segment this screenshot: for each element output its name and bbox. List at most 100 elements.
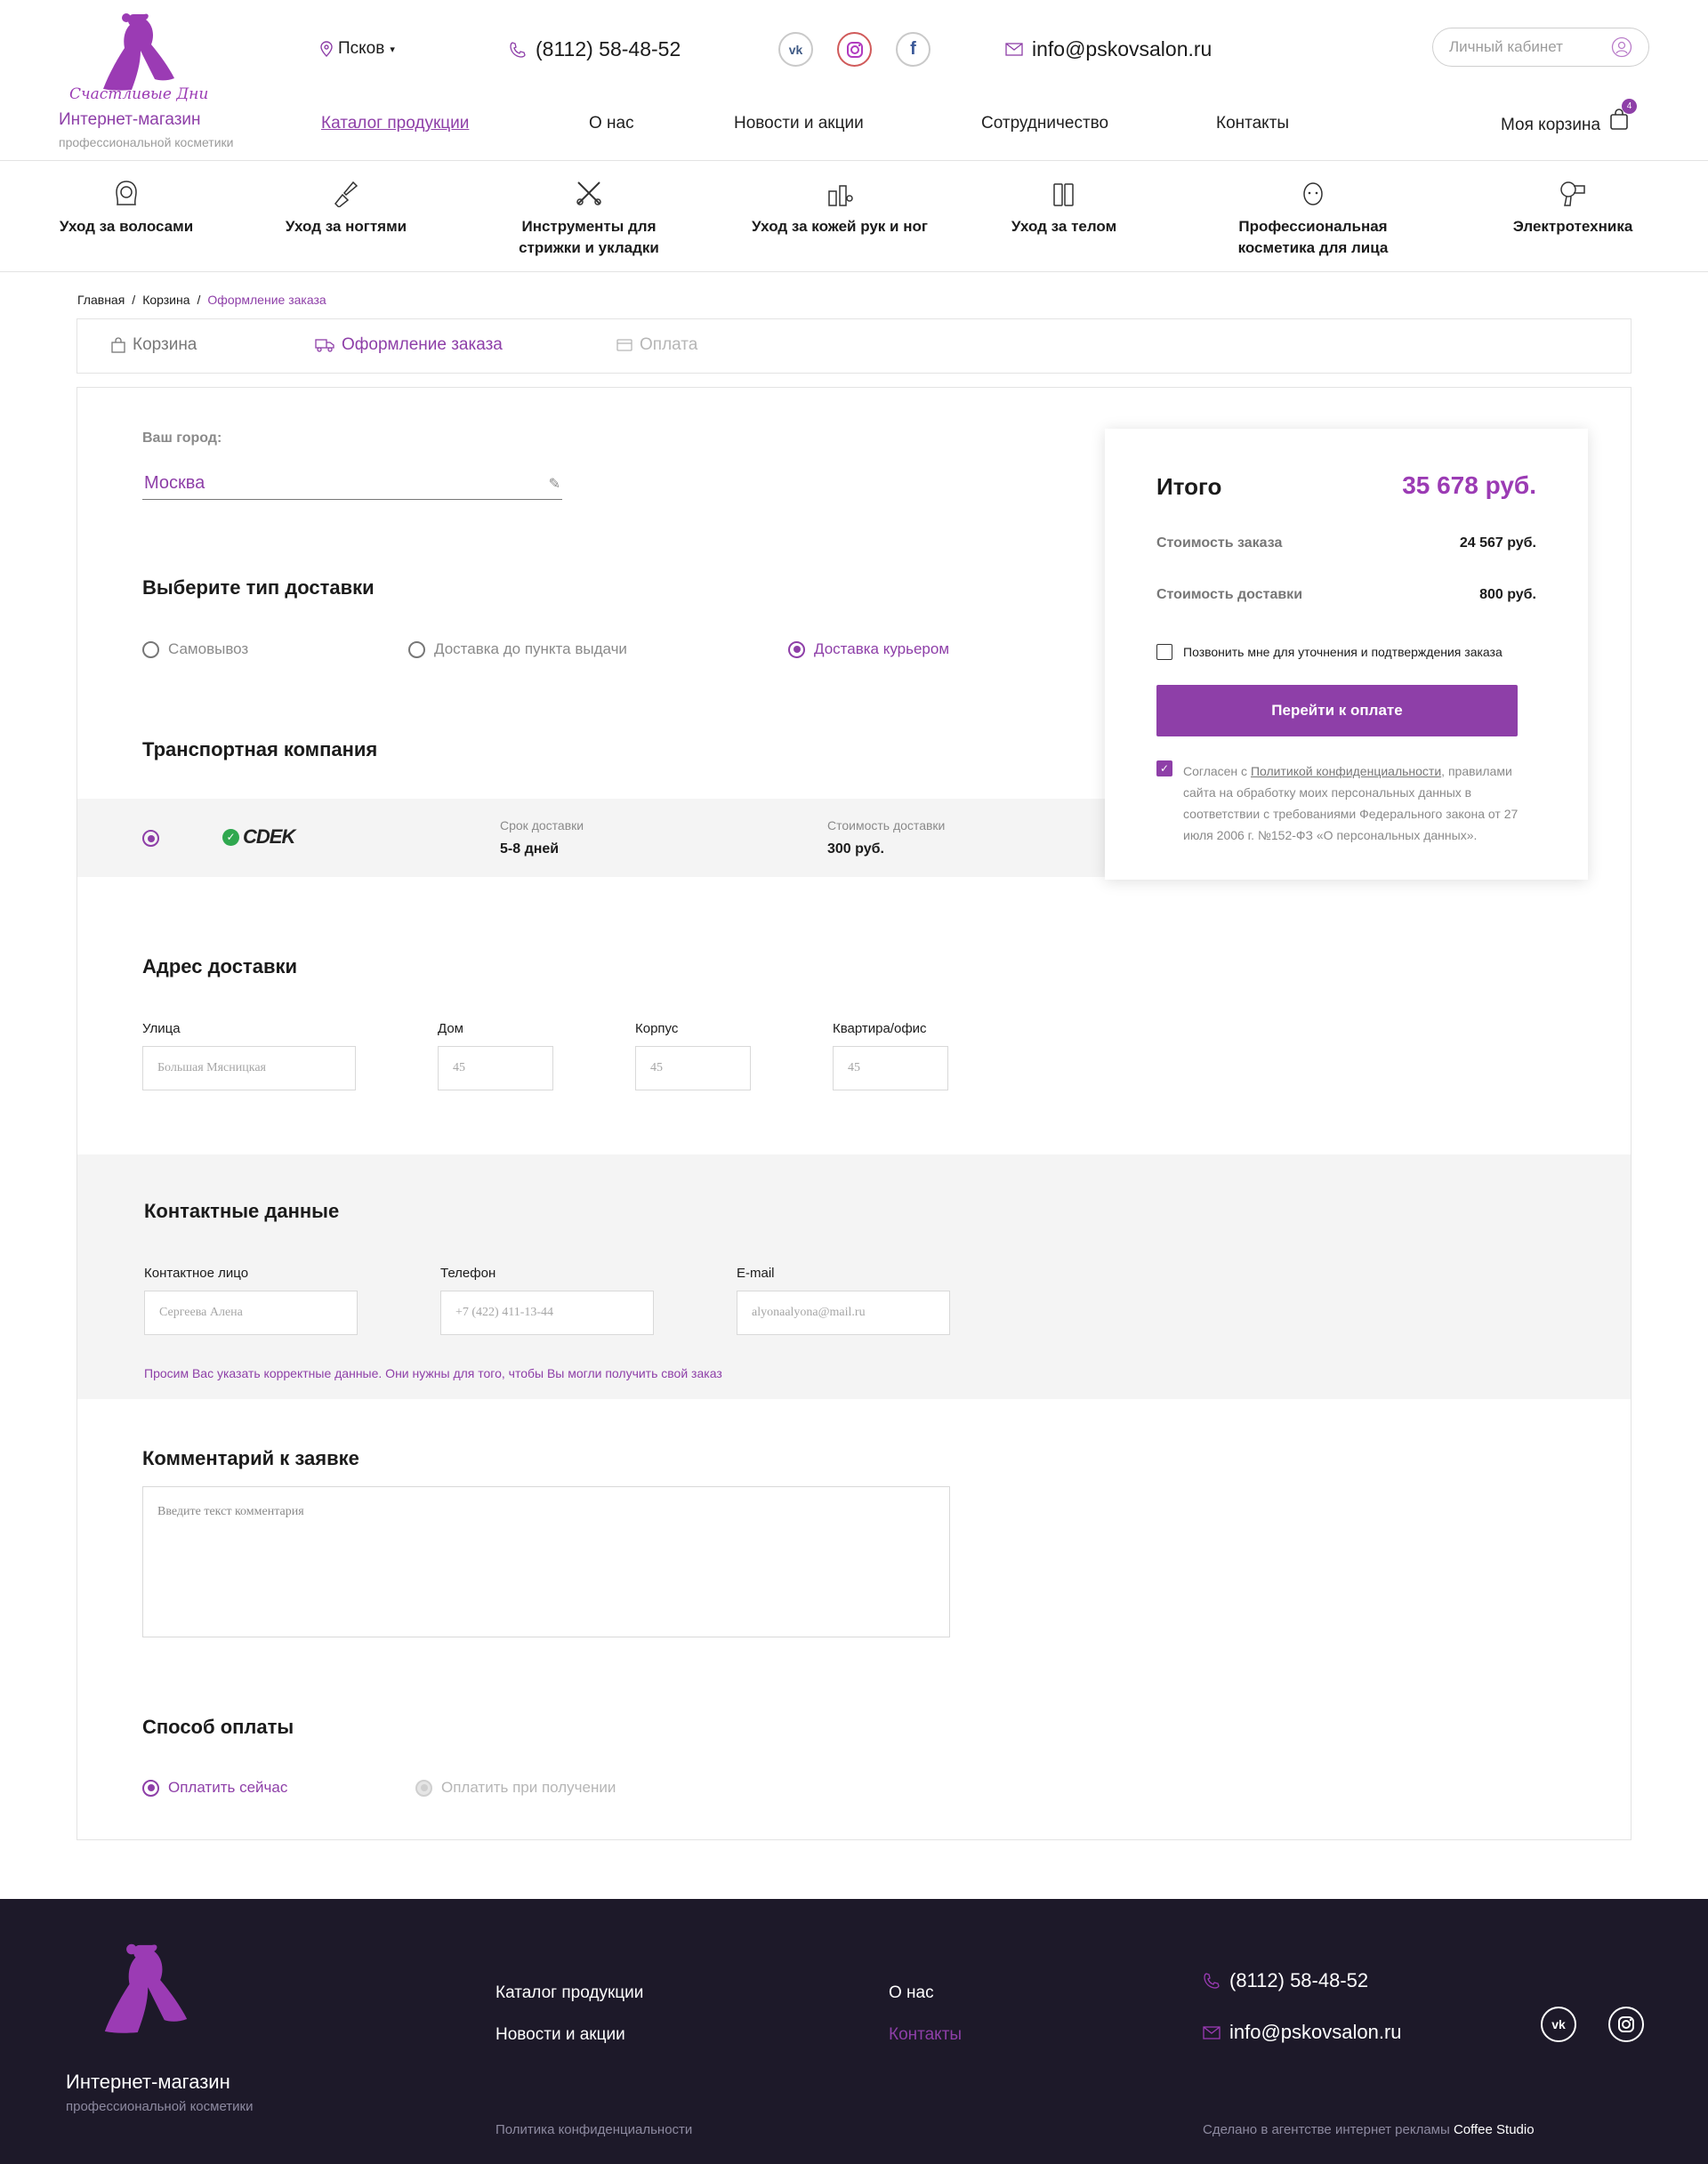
delivery-pickup-point[interactable]: Доставка до пункта выдачи [408, 640, 627, 658]
facebook-icon: f [910, 39, 916, 59]
category-nails[interactable]: Уход за ногтями [248, 179, 444, 237]
summary-title: Итого [1156, 473, 1222, 500]
footer-catalog-link[interactable]: Каталог продукции [495, 1983, 643, 2003]
footer-policy-link[interactable]: Политика конфиденциальности [495, 2122, 692, 2137]
delivery-courier[interactable]: Доставка курьером [788, 640, 949, 658]
street-input[interactable]: Большая Мясницкая [142, 1046, 356, 1090]
account-button[interactable]: Личный кабинет [1432, 28, 1649, 67]
building-input[interactable]: 45 [635, 1046, 751, 1090]
studio-link[interactable]: Coffee Studio [1454, 2122, 1535, 2137]
category-hair[interactable]: Уход за волосами [28, 179, 224, 237]
city-field[interactable]: Москва ✎ [142, 468, 562, 500]
footer-email[interactable]: info@pskovsalon.ru [1203, 2021, 1402, 2044]
category-face[interactable]: Профессиональная косметика для лица [1215, 179, 1411, 259]
category-bar: Уход за волосами Уход за ногтями Инструм… [0, 161, 1708, 271]
contact-person-input[interactable]: Сергеева Алена [144, 1291, 358, 1335]
transport-radio[interactable] [142, 830, 159, 847]
phone-label: Телефон [440, 1266, 496, 1281]
footer-email-address: info@pskovsalon.ru [1229, 2021, 1402, 2043]
logo-dancers-icon [104, 1943, 188, 2033]
check-icon: ✓ [1156, 760, 1172, 776]
vk-button[interactable]: vk [778, 32, 813, 67]
phone-icon [1204, 1973, 1220, 1989]
cdek-check-icon: ✓ [222, 828, 239, 846]
building-label: Корпус [635, 1021, 679, 1036]
footer-logo[interactable]: Интернет-магазин профессиональной космет… [66, 1939, 270, 2117]
hair-icon [116, 181, 137, 205]
nail-icon [334, 181, 359, 207]
house-input[interactable]: 45 [438, 1046, 553, 1090]
radio-circle [142, 640, 159, 658]
apartment-input[interactable]: 45 [833, 1046, 948, 1090]
order-cost-label: Стоимость заказа [1156, 535, 1283, 551]
footer-logo-title: Интернет-магазин [66, 2071, 230, 2093]
step-cart[interactable]: Корзина [111, 335, 197, 355]
footer-phone[interactable]: (8112) 58-48-52 [1203, 1969, 1368, 1992]
footer-contacts-link[interactable]: Контакты [889, 2025, 962, 2045]
checkout-steps: Корзина Оформление заказа Оплата [77, 318, 1631, 374]
header-email[interactable]: info@pskovsalon.ru [1005, 37, 1212, 61]
nav-contacts[interactable]: Контакты [1216, 114, 1289, 133]
radio-circle [408, 640, 425, 658]
category-tools[interactable]: Инструменты для стрижки и укладки [491, 179, 687, 259]
logo-title: Интернет-магазин [59, 110, 201, 129]
cart-label: Моя корзина [1501, 116, 1601, 134]
category-label: Профессиональная косметика для лица [1237, 218, 1389, 256]
truck-icon [315, 339, 334, 352]
mail-icon [1203, 2025, 1221, 2039]
privacy-policy-link[interactable]: Политикой конфиденциальности [1251, 764, 1441, 778]
nav-cooperation[interactable]: Сотрудничество [981, 114, 1108, 133]
logo[interactable]: Счастливые Дни Интернет-магазин професси… [59, 11, 237, 149]
logo-script: Счастливые Дни [69, 85, 209, 103]
consent-checkbox[interactable]: ✓ Согласен с Политикой конфиденциальност… [1156, 760, 1532, 846]
delivery-pickup[interactable]: Самовывоз [142, 640, 248, 658]
facebook-button[interactable]: f [896, 32, 931, 67]
phone-input[interactable]: +7 (422) 411-13-44 [440, 1291, 654, 1335]
face-icon [1303, 182, 1323, 205]
step-checkout[interactable]: Оформление заказа [315, 335, 503, 355]
category-label: Электротехника [1512, 218, 1633, 235]
contacts-section [77, 1154, 1631, 1399]
summary-total: 35 678 руб. [1402, 471, 1536, 499]
city-selector[interactable]: Псков ▾ [320, 39, 395, 59]
category-skin[interactable]: Уход за кожей рук и ног [742, 179, 938, 237]
nav-about[interactable]: О нас [589, 114, 634, 133]
pay-now[interactable]: Оплатить сейчас [142, 1779, 287, 1797]
cart-button[interactable]: Моя корзина 4 [1501, 99, 1638, 135]
call-me-label: Позвонить мне для уточнения и подтвержде… [1183, 645, 1503, 659]
radio-circle [415, 1779, 432, 1797]
breadcrumb-cart[interactable]: Корзина [142, 293, 189, 307]
email-label: E-mail [737, 1266, 775, 1281]
header-phone[interactable]: (8112) 58-48-52 [509, 37, 681, 61]
phone-icon [510, 41, 526, 58]
email-input[interactable]: alyonaalyona@mail.ru [737, 1291, 950, 1335]
step-label: Оформление заказа [342, 335, 503, 354]
category-electronics[interactable]: Электротехника [1475, 179, 1671, 237]
category-body[interactable]: Уход за телом [966, 179, 1162, 237]
instagram-icon [846, 41, 863, 58]
breadcrumb-home[interactable]: Главная [77, 293, 125, 307]
nav-catalog[interactable]: Каталог продукции [321, 114, 469, 133]
consent-prefix: Согласен с [1183, 764, 1251, 778]
contacts-note: Просим Вас указать корректные данные. Он… [144, 1366, 722, 1380]
footer-news-link[interactable]: Новости и акции [495, 2025, 625, 2045]
call-me-checkbox[interactable]: Позвонить мне для уточнения и подтвержде… [1156, 644, 1503, 660]
nav-news[interactable]: Новости и акции [734, 114, 864, 133]
instagram-button[interactable] [837, 32, 872, 67]
header-phone-number: (8112) 58-48-52 [536, 37, 681, 60]
footer-vk-button[interactable]: vk [1541, 2007, 1576, 2042]
header-email-address: info@pskovsalon.ru [1032, 37, 1213, 60]
cdek-logo: ✓ CDEK [222, 825, 295, 849]
footer-logo-subtitle: профессиональной косметики [66, 2099, 254, 2114]
footer-about-link[interactable]: О нас [889, 1983, 934, 2003]
cdek-text: CDEK [243, 825, 295, 848]
bag-icon [111, 337, 125, 353]
pencil-icon[interactable]: ✎ [549, 475, 560, 493]
comment-textarea[interactable]: Введите текст комментария [142, 1486, 950, 1637]
go-to-payment-button[interactable]: Перейти к оплате [1156, 685, 1518, 736]
footer-instagram-button[interactable] [1608, 2007, 1644, 2042]
step-label: Оплата [640, 335, 698, 354]
cost-value: 300 руб. [827, 841, 884, 857]
step-payment: Оплата [616, 335, 697, 355]
city-value: Москва [144, 473, 205, 493]
